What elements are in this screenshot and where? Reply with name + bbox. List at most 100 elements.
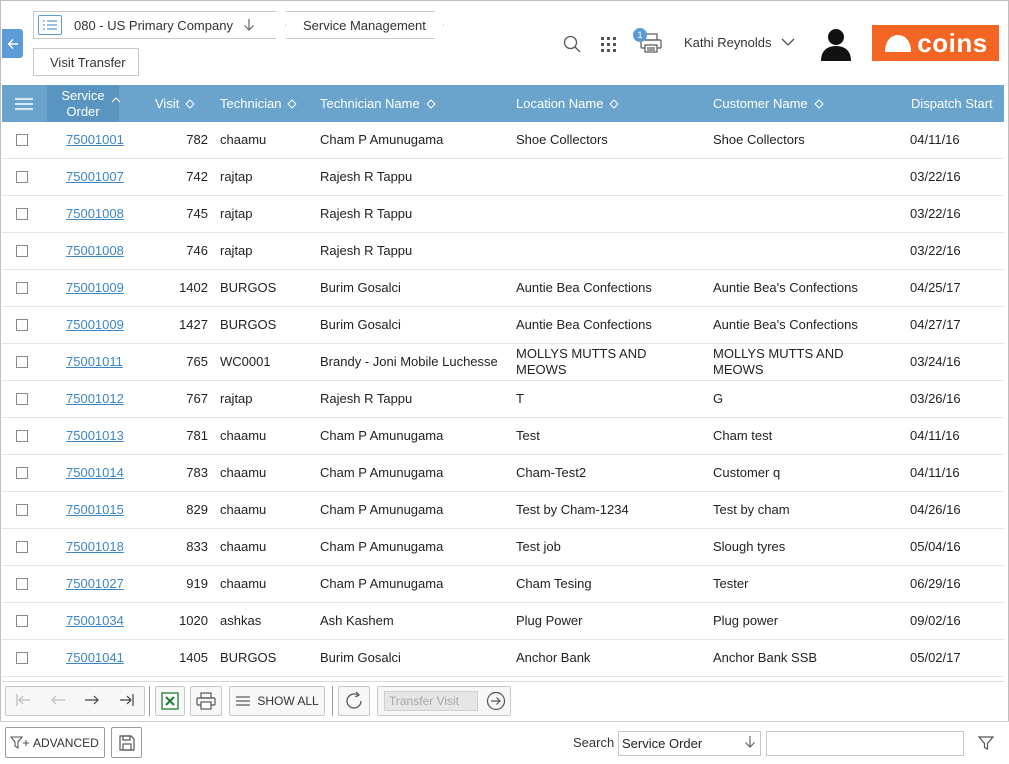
grid-body: 75001001 782 chaamu Cham P Amunugama Shoe Co… [2, 122, 1004, 677]
refresh-button[interactable] [338, 686, 370, 716]
table-row[interactable]: 75001012 767 rajtap Rajesh R Tappu T G 03/26/1… [2, 381, 1004, 418]
avatar[interactable] [818, 26, 854, 62]
arrow-down-icon[interactable] [243, 18, 255, 32]
table-row[interactable]: 75001018 833 chaamu Cham P Amunugama Test jo… [2, 529, 1004, 566]
service-order-link[interactable]: 75001012 [66, 381, 124, 417]
table-row[interactable]: 75001008 745 rajtap Rajesh R Tappu 03/22/16 [2, 196, 1004, 233]
row-checkbox[interactable] [16, 134, 28, 146]
technician-name-cell: Burim Gosalci [320, 650, 401, 665]
row-checkbox[interactable] [16, 541, 28, 553]
row-checkbox[interactable] [16, 652, 28, 664]
row-checkbox[interactable] [16, 319, 28, 331]
visit-cell: 1405 [179, 650, 208, 665]
advanced-button[interactable]: ADVANCED [5, 727, 105, 758]
customer-name-cell: Anchor Bank SSB [713, 650, 818, 665]
service-order-link[interactable]: 75001015 [66, 492, 124, 528]
service-order-link[interactable]: 75001041 [66, 640, 124, 676]
col-visit[interactable]: Visit [155, 85, 196, 122]
row-checkbox[interactable] [16, 171, 28, 183]
col-dispatch-start[interactable]: Dispatch Start [911, 85, 993, 122]
go-arrow-icon[interactable] [486, 691, 506, 711]
search-icon[interactable] [562, 34, 582, 54]
table-row[interactable]: 75001001 782 chaamu Cham P Amunugama Shoe Co… [2, 122, 1004, 159]
table-row[interactable]: 75001027 919 chaamu Cham P Amunugama Cham Te… [2, 566, 1004, 603]
technician-cell: chaamu [220, 576, 267, 591]
col-visit-label: Visit [155, 96, 180, 111]
table-row[interactable]: 75001009 1402 BURGOS Burim Gosalci Auntie Be… [2, 270, 1004, 307]
row-checkbox[interactable] [16, 208, 28, 220]
search-input[interactable] [766, 731, 964, 756]
dispatch-start-cell: 03/24/16 [910, 354, 961, 369]
table-row[interactable]: 75001034 1020 ashkas Ash Kashem Plug Power Pl… [2, 603, 1004, 640]
show-all-label: SHOW ALL [257, 694, 319, 708]
last-page-icon[interactable] [119, 693, 135, 710]
location-name-cell: Cham Tesing [516, 576, 592, 591]
service-order-link[interactable]: 75001009 [66, 270, 124, 306]
show-all-button[interactable]: SHOW ALL [229, 686, 325, 716]
breadcrumb-company[interactable]: 080 - US Primary Company [33, 11, 286, 39]
visit-cell: 745 [186, 206, 208, 221]
search-field-select[interactable]: Service Order [618, 731, 761, 756]
visit-cell: 746 [186, 243, 208, 258]
breadcrumb-module[interactable]: Service Management [286, 11, 444, 39]
table-row[interactable]: 75001009 1427 BURGOS Burim Gosalci Auntie Be… [2, 307, 1004, 344]
table-row[interactable]: 75001007 742 rajtap Rajesh R Tappu 03/22/16 [2, 159, 1004, 196]
table-row[interactable]: 75001014 783 chaamu Cham P Amunugama Cham-Te… [2, 455, 1004, 492]
col-technician[interactable]: Technician [220, 85, 298, 122]
table-row[interactable]: 75001008 746 rajtap Rajesh R Tappu 03/22/16 [2, 233, 1004, 270]
col-service-order[interactable]: Service Order [47, 85, 119, 122]
breadcrumb-page[interactable]: Visit Transfer [33, 48, 139, 76]
table-row[interactable]: 75001041 1405 BURGOS Burim Gosalci Anchor Ba… [2, 640, 1004, 677]
save-search-button[interactable] [111, 727, 142, 758]
search-field-value: Service Order [622, 736, 703, 751]
col-location-name[interactable]: Location Name [516, 85, 620, 122]
sort-icon [609, 98, 620, 109]
service-order-link[interactable]: 75001027 [66, 566, 124, 602]
col-service-order-line2: Order [66, 103, 100, 119]
apps-grid-icon[interactable] [599, 35, 617, 53]
prev-page-icon[interactable] [50, 693, 66, 710]
visit-cell: 782 [186, 132, 208, 147]
row-checkbox[interactable] [16, 467, 28, 479]
column-menu-button[interactable] [2, 85, 45, 122]
service-order-link[interactable]: 75001013 [66, 418, 124, 454]
service-order-link[interactable]: 75001008 [66, 233, 124, 269]
first-page-icon[interactable] [15, 693, 31, 710]
table-row[interactable]: 75001015 829 chaamu Cham P Amunugama Test by… [2, 492, 1004, 529]
row-checkbox[interactable] [16, 615, 28, 627]
technician-name-cell: Brandy - Joni Mobile Luchesse [320, 354, 498, 369]
technician-name-cell: Cham P Amunugama [320, 465, 444, 480]
user-menu[interactable]: Kathi Reynolds [684, 35, 795, 50]
next-page-icon[interactable] [84, 693, 100, 710]
dispatch-start-cell: 03/26/16 [910, 391, 961, 406]
service-order-link[interactable]: 75001014 [66, 455, 124, 491]
location-name-cell: Test by Cham-1234 [516, 502, 629, 517]
row-checkbox[interactable] [16, 504, 28, 516]
service-order-link[interactable]: 75001007 [66, 159, 124, 195]
col-customer-name[interactable]: Customer Name [713, 85, 824, 122]
table-row[interactable]: 75001011 765 WC0001 Brandy - Joni Mobile Lu… [2, 344, 1004, 381]
print-button[interactable] [190, 686, 222, 716]
filter-icon[interactable] [976, 733, 996, 753]
service-order-link[interactable]: 75001009 [66, 307, 124, 343]
row-checkbox[interactable] [16, 282, 28, 294]
service-order-link[interactable]: 75001011 [66, 344, 123, 380]
row-checkbox[interactable] [16, 356, 28, 368]
service-order-link[interactable]: 75001008 [66, 196, 124, 232]
technician-name-cell: Rajesh R Tappu [320, 243, 413, 258]
transfer-visit-input[interactable]: Transfer Visit [384, 691, 478, 711]
table-row[interactable]: 75001013 781 chaamu Cham P Amunugama Test Cha… [2, 418, 1004, 455]
service-order-link[interactable]: 75001001 [66, 122, 124, 158]
service-order-link[interactable]: 75001034 [66, 603, 124, 639]
row-checkbox[interactable] [16, 578, 28, 590]
row-checkbox[interactable] [16, 393, 28, 405]
technician-cell: rajtap [220, 206, 253, 221]
back-button[interactable] [2, 29, 23, 58]
export-excel-button[interactable] [155, 686, 185, 716]
location-name-cell [516, 233, 696, 269]
col-technician-name[interactable]: Technician Name [320, 85, 436, 122]
row-checkbox[interactable] [16, 430, 28, 442]
row-checkbox[interactable] [16, 245, 28, 257]
service-order-link[interactable]: 75001018 [66, 529, 124, 565]
list-icon[interactable] [38, 15, 62, 35]
